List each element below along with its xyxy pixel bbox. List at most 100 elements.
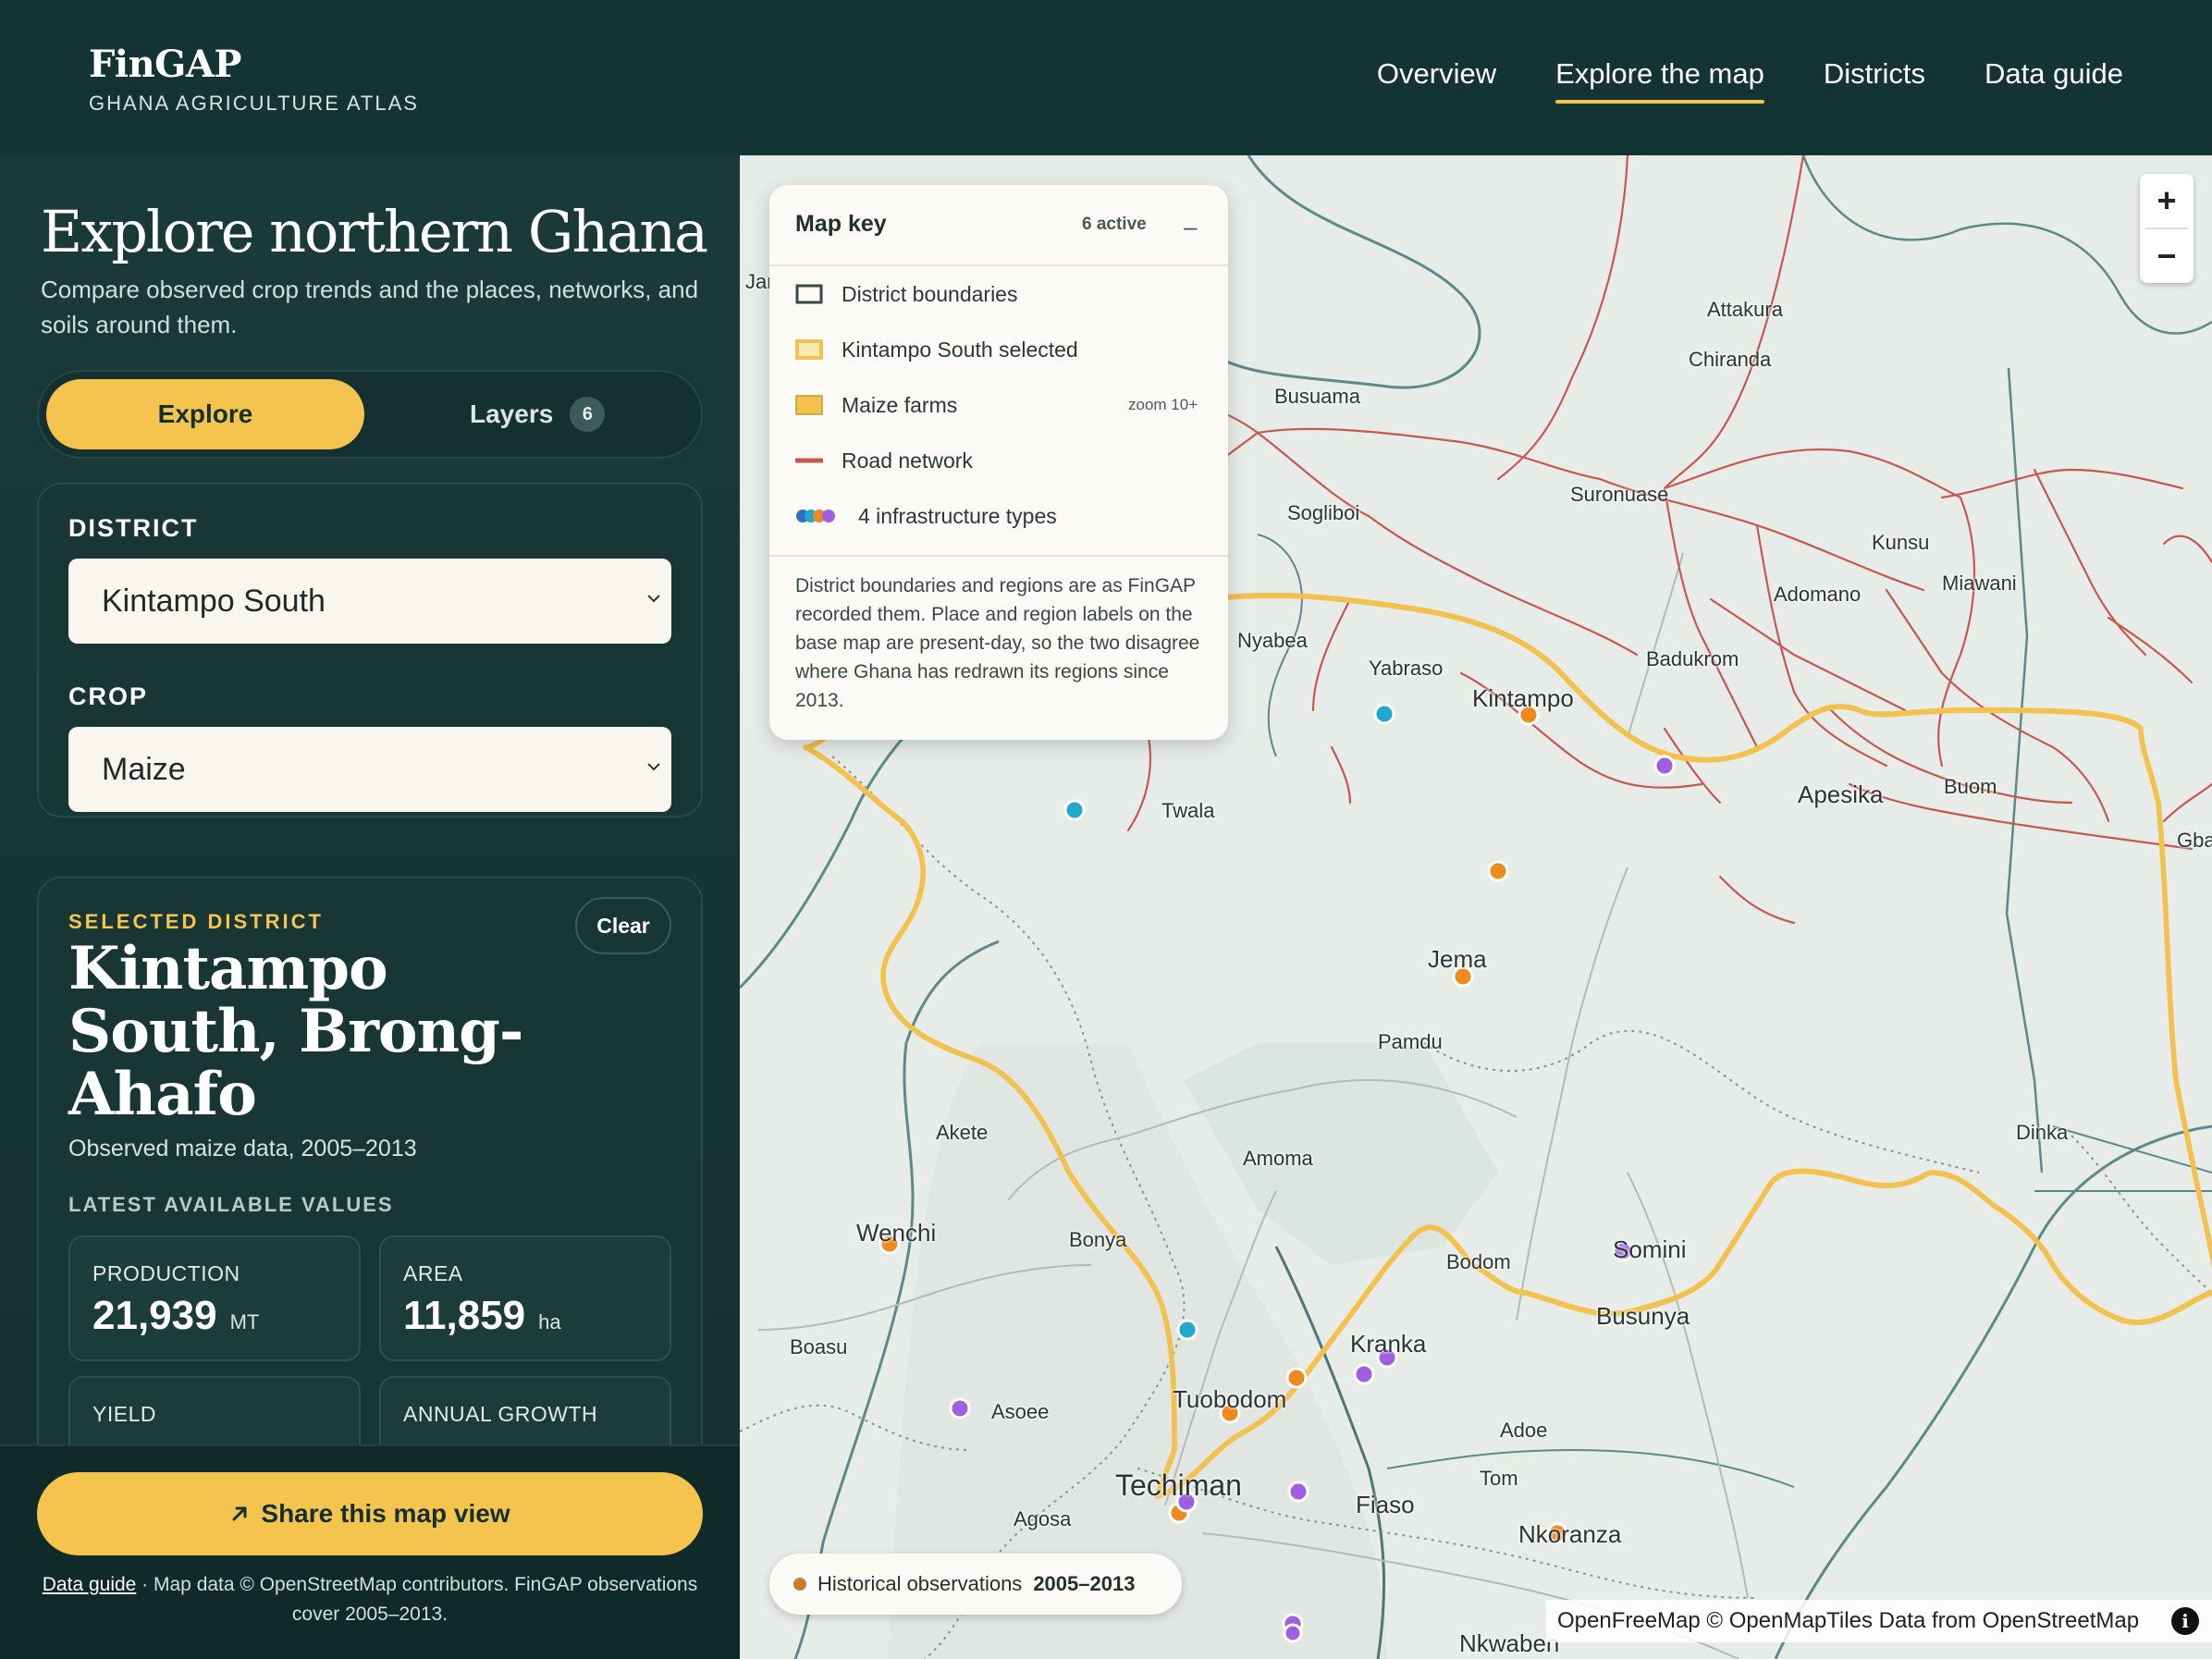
crop-select[interactable]: Maize [68,727,671,812]
data-guide-link[interactable]: Data guide [43,1574,137,1595]
divider [769,264,1228,266]
selected-district-name: Kintampo South, Brong-Ahafo [68,934,523,1129]
place-label: Jema [1428,945,1487,973]
stat-area: AREA 11,859 ha [379,1235,671,1361]
attribution-text[interactable]: OpenFreeMap © OpenMapTiles Data from Ope… [1557,1608,2139,1634]
info-icon[interactable]: i [2171,1607,2199,1635]
multicolor-dots-icon [796,510,835,522]
map-key-description: District boundaries and regions are as F… [795,575,1200,711]
zoom-in-button[interactable]: + [2140,174,2194,227]
place-label: Akete [936,1121,989,1144]
district-label: DISTRICT [68,514,199,542]
layers-count-badge: 6 [570,397,606,432]
dot-icon [793,1578,806,1591]
tab-layers-label: Layers [470,399,554,428]
stat-label: AREA [403,1261,463,1285]
nav-districts[interactable]: Districts [1824,57,1925,104]
place-label: Somini [1613,1235,1687,1263]
place-label: Twala [1161,799,1215,822]
crop-label: CROP [68,682,149,710]
arrow-up-right-icon [232,1506,247,1521]
place-label: Badukrom [1646,647,1739,670]
key-item-label: Kintampo South selected [842,337,1078,362]
key-item-road-network: Road network [795,442,973,479]
key-item-label: Road network [842,448,973,473]
place-label: Tom [1480,1467,1518,1490]
page-title: Explore northern Ghana [41,198,708,265]
key-item-infrastructure: 4 infrastructure types [795,498,1057,535]
key-item-selected-district: Kintampo South selected [795,331,1078,368]
nav-data-guide[interactable]: Data guide [1985,57,2123,104]
place-label: Fiaso [1356,1491,1415,1518]
filters-panel: DISTRICT Kintampo South CROP Maize [37,483,703,817]
place-label: Dinka [2016,1121,2069,1144]
district-select[interactable]: Kintampo South [68,559,671,644]
stat-label: PRODUCTION [92,1261,240,1285]
active-layers-count: 6 active [1082,215,1147,234]
collapse-map-key-button[interactable]: – [1184,213,1197,241]
place-label: Suronuase [1570,483,1669,506]
latest-values-label: LATEST AVAILABLE VALUES [68,1193,394,1216]
district-select-value: Kintampo South [102,583,326,619]
stat-unit: ha [538,1310,561,1333]
brand-name: FinGAP [89,43,241,86]
footnote-text: · Map data © OpenStreetMap contributors.… [136,1574,698,1625]
clear-button[interactable]: Clear [575,897,671,954]
intro-text: Compare observed crop trends and the pla… [41,276,699,338]
yellow-fill-box-icon [795,395,823,415]
key-item-label: 4 infrastructure types [858,503,1057,528]
place-label: Buom [1944,775,1997,798]
brand[interactable]: FinGAP GHANA AGRICULTURE ATLAS [89,43,419,116]
main-nav: Overview Explore the map Districts Data … [1377,57,2123,104]
key-item-district-boundaries: District boundaries [795,276,1017,313]
place-label: Adomano [1774,583,1862,606]
key-item-label: District boundaries [842,281,1018,306]
place-label: Busunya [1596,1302,1690,1330]
divider [769,555,1228,557]
crop-select-value: Maize [102,751,186,787]
place-label: Nyabea [1237,629,1308,652]
share-map-view-button[interactable]: Share this map view [37,1472,703,1555]
key-item-zoom-note: zoom 10+ [1128,396,1198,413]
footnote: Data guide · Map data © OpenStreetMap co… [37,1570,703,1629]
place-label: Kunsu [1872,531,1930,554]
place-label: Chiranda [1689,348,1772,371]
stat-label: ANNUAL GROWTH [403,1402,598,1426]
historical-observations-pill: Historical observations 2005–2013 [769,1554,1182,1615]
nav-overview[interactable]: Overview [1377,57,1496,104]
place-label: Adoe [1500,1419,1548,1442]
place-label: Nkwaben [1459,1629,1560,1657]
map-attribution: OpenFreeMap © OpenMapTiles Data from Ope… [1546,1600,2212,1642]
nav-explore-the-map[interactable]: Explore the map [1555,57,1764,104]
tab-layers[interactable]: Layers 6 [470,379,606,449]
stat-number: 21,939 [92,1293,217,1338]
mode-toggle: Explore Layers 6 [37,370,703,459]
place-label: Gban [2177,829,2212,852]
stat-label: YIELD [92,1402,156,1426]
selected-district-eyebrow: SELECTED DISTRICT [68,910,324,933]
sidebar-footer: Share this map view Data guide · Map dat… [0,1444,740,1659]
place-label: Attakura [1707,298,1783,321]
place-label: Asoee [991,1400,1050,1423]
place-label: Bodom [1446,1250,1511,1273]
brand-subtitle: GHANA AGRICULTURE ATLAS [89,92,419,115]
red-line-icon [795,458,823,463]
outline-box-icon [795,284,823,304]
place-label: Kranka [1350,1330,1427,1358]
key-item-label: Maize farms [842,392,958,417]
zoom-out-button[interactable]: − [2140,229,2194,283]
stat-production: PRODUCTION 21,939 MT [68,1235,361,1361]
tab-explore[interactable]: Explore [46,379,364,449]
stat-unit: MT [229,1310,260,1333]
place-label: Kintampo [1472,684,1574,712]
map-key-title: Map key [795,211,887,237]
stat-value: 11,859 ha [403,1293,561,1339]
place-label: Bonya [1069,1228,1127,1251]
historical-years: 2005–2013 [1033,1572,1136,1595]
stat-number: 11,859 [403,1293,526,1338]
place-label: Busuama [1274,385,1360,408]
place-label: Boasu [790,1335,848,1358]
place-label: Amoma [1243,1147,1313,1170]
zoom-controls: + − [2140,174,2194,283]
key-item-maize-farms: Maize farms zoom 10+ [795,387,1202,424]
